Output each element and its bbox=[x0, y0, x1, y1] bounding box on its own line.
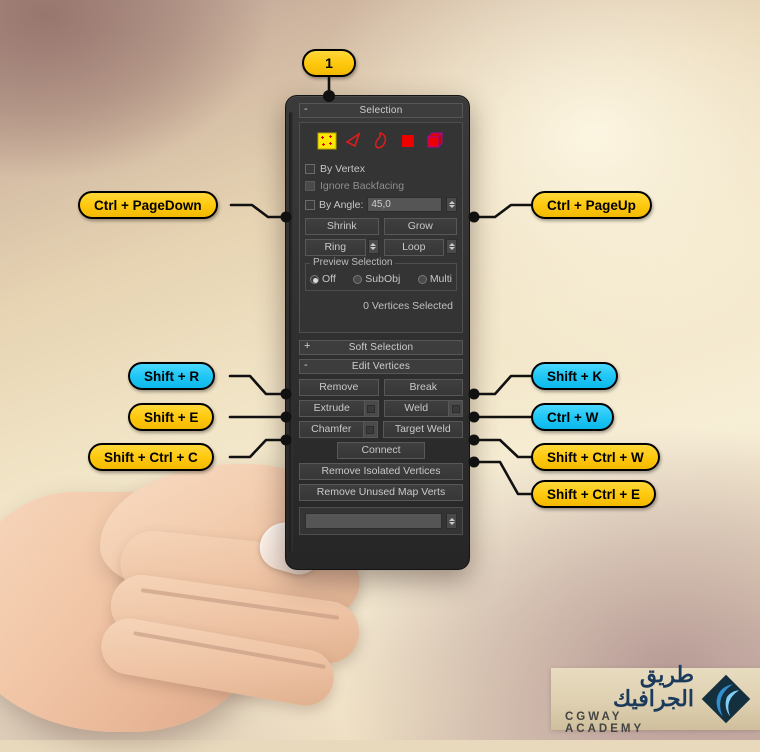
callout-step-number[interactable]: 1 bbox=[302, 49, 356, 77]
element-icon[interactable] bbox=[425, 131, 445, 151]
radio-off-label: Off bbox=[322, 273, 336, 285]
remove-unused-map-verts-button[interactable]: Remove Unused Map Verts bbox=[299, 484, 463, 501]
weld-threshold-input[interactable] bbox=[305, 513, 442, 529]
edit-vertices-rollout-body: Remove Break Extrude Weld Chamfer Target… bbox=[299, 379, 463, 535]
ignore-backfacing-checkbox[interactable] bbox=[305, 180, 315, 191]
callout-shift-e[interactable]: Shift + E bbox=[128, 403, 215, 431]
loop-spinner[interactable] bbox=[446, 239, 457, 254]
max-command-panel: - Selection By Vertex Ignore Backfacing … bbox=[285, 95, 470, 570]
radio-subobj-dot[interactable] bbox=[353, 274, 363, 284]
radio-preview-multi[interactable]: Multi bbox=[417, 273, 452, 285]
diamond-logo-icon bbox=[701, 674, 751, 724]
rollout-title-selection: Selection bbox=[359, 105, 403, 116]
weld-button[interactable]: Weld bbox=[383, 400, 448, 417]
radio-multi-label: Multi bbox=[429, 273, 452, 285]
rollout-title-soft-selection: Soft Selection bbox=[348, 342, 414, 353]
ring-spinner[interactable] bbox=[367, 239, 379, 254]
extrude-button[interactable]: Extrude bbox=[299, 400, 364, 417]
callout-ctrl-pagedown[interactable]: Ctrl + PageDown bbox=[78, 191, 218, 219]
weld-settings-icon[interactable] bbox=[448, 400, 463, 417]
weld-threshold-spinner[interactable] bbox=[446, 513, 457, 529]
logo-text-block: طريق الجرافيك CGWAY ACADEMY bbox=[565, 663, 694, 734]
ring-button[interactable]: Ring bbox=[305, 239, 366, 256]
remove-break-row: Remove Break bbox=[299, 379, 463, 396]
logo-arabic-title: طريق الجرافيك bbox=[613, 662, 694, 711]
remove-button[interactable]: Remove bbox=[299, 379, 379, 396]
extrude-settings-icon[interactable] bbox=[363, 400, 379, 417]
shrink-button[interactable]: Shrink bbox=[305, 218, 379, 235]
preview-selection-group: Preview Selection Off SubObj Multi bbox=[305, 257, 457, 291]
chamfer-targetweld-row: Chamfer Target Weld bbox=[299, 421, 463, 438]
loop-group: Loop bbox=[383, 239, 457, 256]
chamfer-group: Chamfer bbox=[299, 421, 378, 438]
rollout-toggle-icon[interactable]: - bbox=[304, 103, 308, 116]
grow-button[interactable]: Grow bbox=[383, 218, 457, 235]
break-button[interactable]: Break bbox=[383, 379, 463, 396]
radio-off-dot[interactable] bbox=[310, 274, 319, 284]
callout-shift-k[interactable]: Shift + K bbox=[531, 362, 619, 390]
subobject-level-toolbar[interactable] bbox=[305, 128, 457, 154]
callout-shift-ctrl-w[interactable]: Shift + Ctrl + W bbox=[531, 443, 660, 471]
by-angle-checkbox[interactable] bbox=[305, 199, 315, 210]
rollout-toggle-icon[interactable]: + bbox=[304, 340, 311, 353]
by-vertex-checkbox[interactable] bbox=[305, 163, 315, 174]
by-angle-row[interactable]: By Angle: 45,0 bbox=[305, 195, 457, 214]
ignore-backfacing-label: Ignore Backfacing bbox=[320, 179, 405, 192]
loop-button[interactable]: Loop bbox=[383, 239, 444, 256]
weld-threshold-box bbox=[299, 507, 463, 535]
cgway-academy-logo: طريق الجرافيك CGWAY ACADEMY bbox=[551, 663, 760, 735]
edge-icon[interactable] bbox=[344, 131, 364, 151]
callout-shift-r[interactable]: Shift + R bbox=[128, 362, 216, 390]
callout-ctrl-pageup[interactable]: Ctrl + PageUp bbox=[531, 191, 652, 219]
callout-shift-ctrl-e[interactable]: Shift + Ctrl + E bbox=[531, 480, 657, 508]
selection-status-text: 0 Vertices Selected bbox=[363, 300, 453, 312]
chamfer-button[interactable]: Chamfer bbox=[299, 421, 363, 438]
logo-english-title: CGWAY ACADEMY bbox=[565, 710, 645, 735]
preview-selection-label: Preview Selection bbox=[310, 257, 396, 268]
rollout-title-edit-vertices: Edit Vertices bbox=[351, 361, 411, 372]
connect-button[interactable]: Connect bbox=[337, 442, 425, 459]
shrink-grow-row: Shrink Grow bbox=[305, 218, 457, 235]
by-angle-spinner[interactable] bbox=[446, 197, 457, 212]
rollout-toggle-icon[interactable]: - bbox=[304, 359, 308, 372]
radio-preview-off[interactable]: Off bbox=[310, 273, 336, 285]
polygon-icon[interactable] bbox=[398, 131, 418, 151]
by-vertex-label: By Vertex bbox=[320, 162, 365, 175]
ring-loop-row: Ring Loop bbox=[305, 239, 457, 256]
callout-shift-ctrl-c[interactable]: Shift + Ctrl + C bbox=[88, 443, 214, 471]
extrude-group: Extrude bbox=[299, 400, 379, 417]
target-weld-button[interactable]: Target Weld bbox=[382, 421, 463, 438]
ring-group: Ring bbox=[305, 239, 379, 256]
by-angle-input[interactable]: 45,0 bbox=[367, 197, 442, 212]
radio-subobj-label: SubObj bbox=[365, 273, 401, 285]
border-icon[interactable] bbox=[371, 131, 391, 151]
radio-preview-subobj[interactable]: SubObj bbox=[353, 273, 400, 285]
vertex-icon[interactable] bbox=[317, 131, 337, 151]
weld-group: Weld bbox=[383, 400, 463, 417]
chamfer-settings-icon[interactable] bbox=[362, 421, 378, 438]
checkbox-row-ignore-backfacing[interactable]: Ignore Backfacing bbox=[305, 177, 457, 194]
selection-rollout-body: By Vertex Ignore Backfacing By Angle: 45… bbox=[299, 122, 463, 333]
callout-ctrl-w[interactable]: Ctrl + W bbox=[531, 403, 615, 431]
remove-isolated-vertices-button[interactable]: Remove Isolated Vertices bbox=[299, 463, 463, 480]
checkbox-row-by-vertex[interactable]: By Vertex bbox=[305, 160, 457, 177]
rollout-header-edit-vertices[interactable]: - Edit Vertices bbox=[299, 359, 463, 374]
rollout-header-selection[interactable]: - Selection bbox=[299, 103, 463, 118]
by-angle-label: By Angle: bbox=[319, 198, 364, 211]
radio-multi-dot[interactable] bbox=[417, 274, 427, 284]
rollout-header-soft-selection[interactable]: + Soft Selection bbox=[299, 340, 463, 355]
preview-selection-radios: Off SubObj Multi bbox=[310, 273, 452, 285]
extrude-weld-row: Extrude Weld bbox=[299, 400, 463, 417]
